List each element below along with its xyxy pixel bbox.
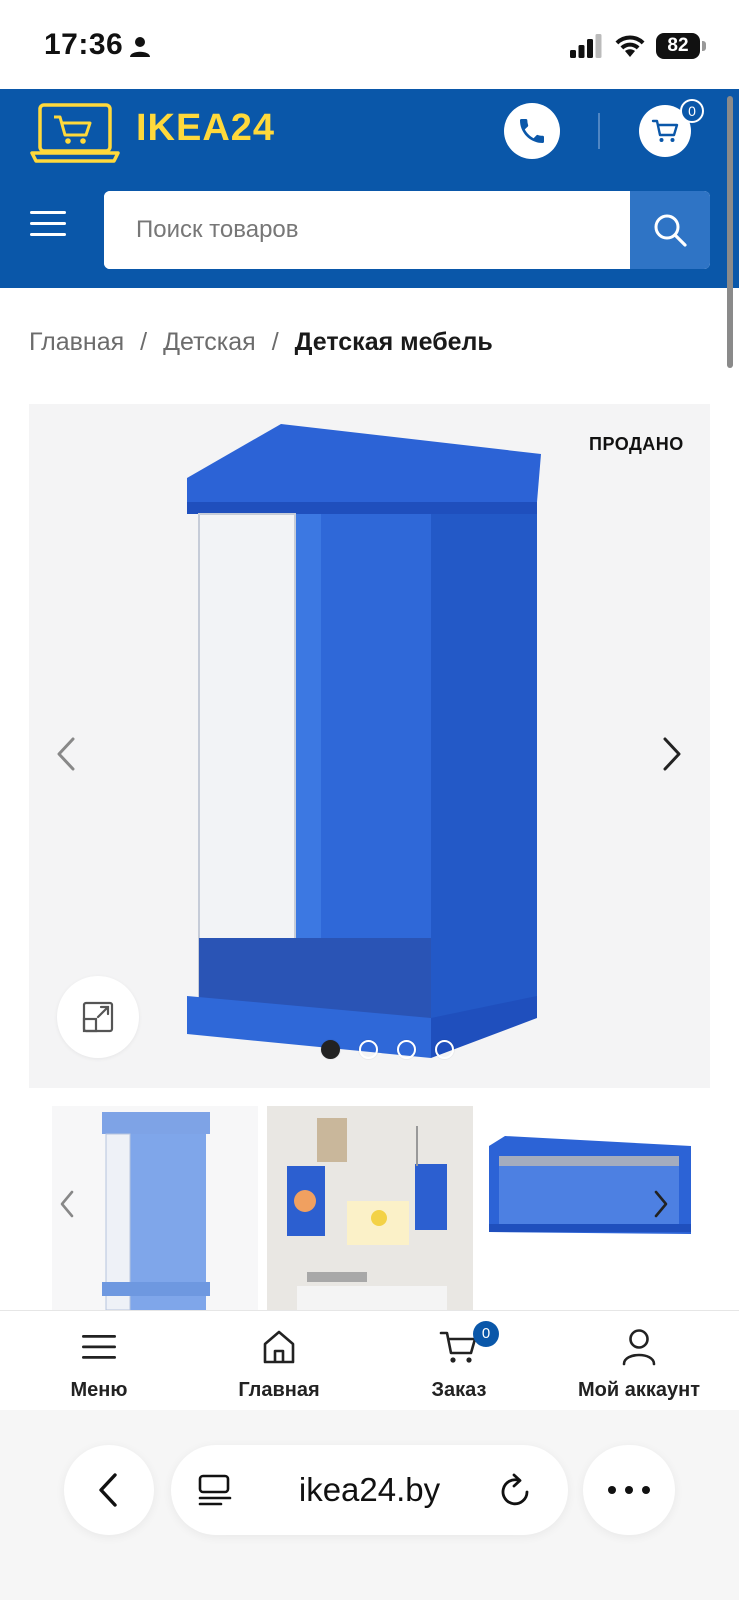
- nav-item-order[interactable]: 0 Заказ: [374, 1321, 544, 1402]
- breadcrumb-link-kids[interactable]: Детская: [163, 328, 256, 356]
- thumbnail-1[interactable]: [52, 1106, 258, 1310]
- gallery-dot[interactable]: [359, 1040, 378, 1059]
- nav-item-home[interactable]: Главная: [194, 1327, 364, 1402]
- expand-icon: [82, 1001, 114, 1033]
- thumbnails-next-button[interactable]: [651, 1186, 671, 1227]
- gallery-dot[interactable]: [435, 1040, 454, 1059]
- ikea24-logo[interactable]: IKEA24: [30, 101, 300, 165]
- page-scrollbar[interactable]: [727, 96, 733, 368]
- fullscreen-button[interactable]: [57, 976, 139, 1058]
- breadcrumb-link-home[interactable]: Главная: [29, 328, 124, 356]
- status-bar: 17:36 82: [0, 0, 739, 89]
- reload-icon[interactable]: [497, 1470, 535, 1510]
- laptop-cart-icon: [30, 103, 120, 163]
- breadcrumb-separator: /: [271, 328, 279, 356]
- hamburger-menu-button[interactable]: [30, 209, 66, 239]
- site-header: IKEA24 0: [0, 89, 739, 288]
- chevron-right-icon: [654, 1190, 668, 1218]
- nav-label-order: Заказ: [431, 1379, 487, 1401]
- search-input[interactable]: [104, 191, 630, 269]
- logo-text: IKEA24: [136, 107, 276, 149]
- home-icon: [263, 1330, 295, 1364]
- call-button[interactable]: [504, 103, 560, 159]
- bottom-navigation: Меню Главная 0 Заказ Мой аккаунт: [0, 1310, 739, 1410]
- product-gallery[interactable]: ПРОДАНО: [29, 404, 710, 1088]
- gallery-prev-button[interactable]: [51, 729, 81, 784]
- thumbnails-prev-button[interactable]: [57, 1186, 77, 1227]
- cart-icon: [651, 119, 679, 142]
- search-button[interactable]: [630, 191, 710, 269]
- status-time: 17:36: [44, 28, 124, 61]
- battery-icon: 82: [656, 33, 706, 59]
- chevron-left-icon: [57, 737, 75, 771]
- breadcrumb: Главная / Детская / Детская мебель: [29, 328, 493, 357]
- gallery-next-button[interactable]: [657, 729, 687, 784]
- header-divider: [598, 113, 600, 149]
- breadcrumb-current: Детская мебель: [294, 328, 493, 356]
- search-icon: [654, 214, 687, 247]
- browser-more-button[interactable]: [583, 1445, 675, 1535]
- product-image[interactable]: [181, 418, 581, 1078]
- user-icon: [622, 1329, 656, 1366]
- cart-count-badge: 0: [680, 99, 704, 123]
- gallery-dot[interactable]: [321, 1040, 340, 1059]
- signal-icon: [570, 34, 602, 58]
- browser-toolbar: ikea24.by: [0, 1410, 739, 1600]
- sold-badge: ПРОДАНО: [589, 434, 684, 454]
- gallery-pagination: [321, 1040, 454, 1059]
- menu-icon: [82, 1335, 116, 1359]
- nav-item-menu[interactable]: Меню: [14, 1327, 184, 1402]
- nav-label-menu: Меню: [70, 1379, 128, 1401]
- browser-back-button[interactable]: [64, 1445, 154, 1535]
- chevron-left-icon: [99, 1473, 117, 1507]
- nav-label-home: Главная: [238, 1379, 320, 1401]
- chevron-right-icon: [663, 737, 681, 771]
- person-icon: [130, 37, 150, 57]
- phone-icon: [520, 119, 544, 143]
- battery-level: 82: [656, 33, 700, 59]
- thumbnail-strip: [29, 1106, 710, 1310]
- nav-label-account: Мой аккаунт: [578, 1379, 700, 1401]
- wifi-icon: [615, 35, 645, 57]
- order-count-badge: 0: [473, 1321, 499, 1347]
- thumbnail-2[interactable]: [267, 1106, 473, 1310]
- nav-item-account[interactable]: Мой аккаунт: [554, 1327, 724, 1402]
- search-bar: [104, 191, 710, 269]
- more-icon: [608, 1486, 650, 1494]
- chevron-left-icon: [60, 1190, 74, 1218]
- address-bar[interactable]: ikea24.by: [171, 1445, 568, 1535]
- gallery-dot[interactable]: [397, 1040, 416, 1059]
- breadcrumb-separator: /: [140, 328, 148, 356]
